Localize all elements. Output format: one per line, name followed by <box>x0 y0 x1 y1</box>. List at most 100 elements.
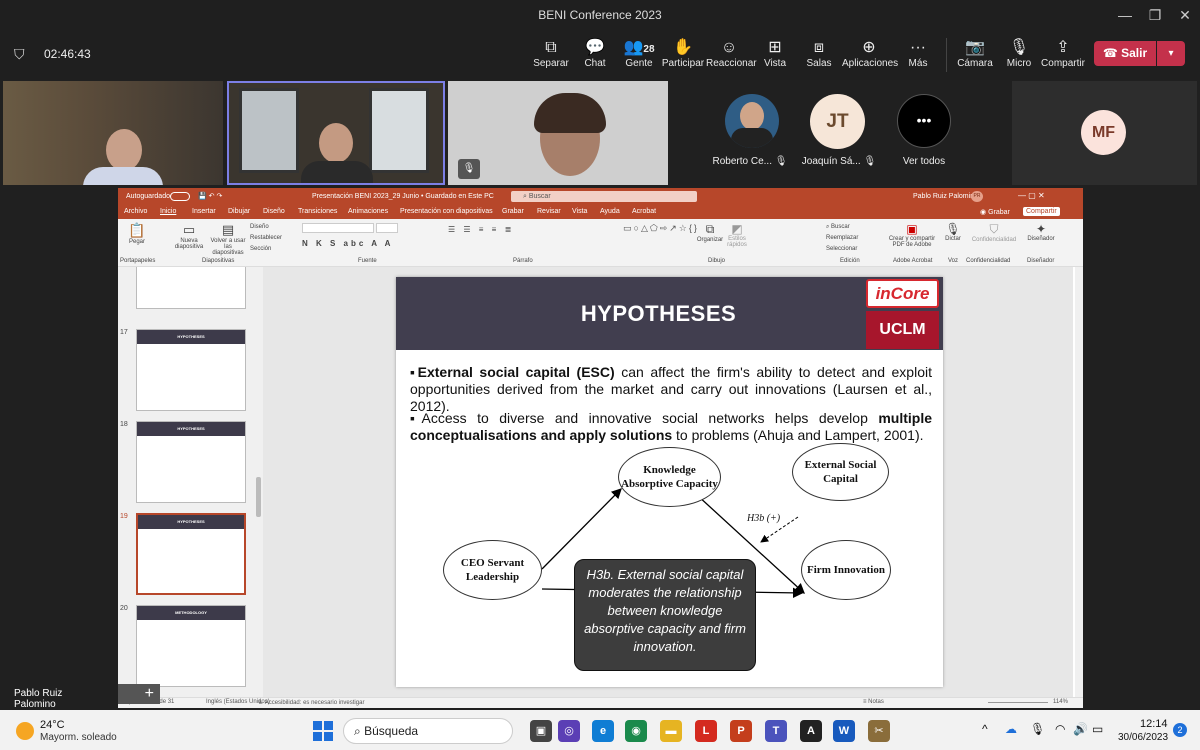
camera-button[interactable]: 📷 Cámara <box>952 38 998 69</box>
slide-thumbnail[interactable]: HYPOTHESES <box>136 329 246 411</box>
avatar-joaquin[interactable]: JT <box>810 94 865 149</box>
chat-button[interactable]: 💬 Chat <box>572 38 618 69</box>
apps-button[interactable]: ⊕ Aplicaciones <box>842 38 898 69</box>
people-button[interactable]: 👥28 Gente <box>616 38 662 69</box>
word-icon[interactable]: W <box>833 720 855 742</box>
new-slide-button[interactable]: ▭ Nueva diapositiva <box>172 222 206 254</box>
save-icon[interactable]: 💾 ↶ ↷ <box>198 192 222 200</box>
avatar-roberto[interactable] <box>725 94 779 148</box>
battery-icon[interactable]: ▭ <box>1092 722 1103 736</box>
status-accessibility[interactable]: ♿ Accesibilidad: es necesario investigar <box>258 699 364 706</box>
add-slide-plus-icon[interactable]: + <box>118 684 160 704</box>
wifi-icon[interactable]: ◠ <box>1055 722 1065 736</box>
menu-revisar[interactable]: Revisar <box>537 208 561 215</box>
menu-presentacion[interactable]: Presentación con diapositivas <box>400 208 493 215</box>
confidentiality-button[interactable]: ⛉ Confidencialidad <box>968 222 1020 254</box>
adobe-pdf-button[interactable]: ▣ Crear y compartir PDF de Adobe <box>884 222 940 254</box>
teams-icon[interactable]: T <box>765 720 787 742</box>
ppt-search-box[interactable]: ⌕ Buscar <box>511 191 697 202</box>
mic-off-icon[interactable]: 🎙 <box>1030 722 1045 736</box>
menu-archivo[interactable]: Archivo <box>124 208 147 215</box>
zoom-level[interactable]: 114% <box>1053 699 1068 705</box>
record-button[interactable]: ◉ Grabar <box>980 208 1010 216</box>
menu-transiciones[interactable]: Transiciones <box>298 208 337 215</box>
mic-button[interactable]: 🎙 Micro <box>996 38 1042 69</box>
ppt-user-avatar[interactable]: PR <box>971 191 983 202</box>
see-all-button[interactable]: ••• <box>897 94 951 148</box>
notes-button[interactable]: ≡ Notas <box>863 699 884 705</box>
dictate-button[interactable]: 🎙 Dictar <box>943 222 963 254</box>
menu-insertar[interactable]: Insertar <box>192 208 216 215</box>
ppt-window-controls[interactable]: — ▢ ✕ <box>1018 191 1045 200</box>
share-button[interactable]: ⇪ Compartir <box>1040 38 1086 69</box>
clock-date[interactable]: 30/06/2023 <box>1118 732 1168 743</box>
font-size-select[interactable] <box>376 223 398 233</box>
arrange-button[interactable]: ⧉ Organizar <box>696 222 724 254</box>
notification-badge[interactable]: 2 <box>1173 723 1187 737</box>
chrome-icon[interactable]: ◉ <box>625 720 647 742</box>
app-l-icon[interactable]: L <box>695 720 717 742</box>
clock-time[interactable]: 12:14 <box>1140 718 1168 730</box>
edge-icon[interactable]: e <box>592 720 614 742</box>
designer-button[interactable]: ✦ Diseñador <box>1024 222 1058 254</box>
windows-start-icon[interactable] <box>313 721 333 741</box>
editing-buttons[interactable]: ⌕ Buscar Reemplazar Seleccionar <box>826 222 858 255</box>
weather-temp[interactable]: 24°C <box>40 719 65 731</box>
menu-animaciones[interactable]: Animaciones <box>348 208 388 215</box>
paste-button[interactable]: 📋 Pegar <box>122 222 152 254</box>
menu-vista[interactable]: Vista <box>572 208 587 215</box>
slide-number: 19 <box>120 513 128 520</box>
zoom-slider[interactable] <box>988 702 1048 703</box>
slide-thumbnails-pane[interactable]: 17 HYPOTHESES 18 HYPOTHESES 19 HYPOTHESE… <box>118 267 263 697</box>
menu-dibujar[interactable]: Dibujar <box>228 208 250 215</box>
video-tile-3[interactable]: 🎙 <box>448 81 668 185</box>
autosave-toggle[interactable] <box>170 192 190 201</box>
slide-thumbnail[interactable]: HYPOTHESES <box>136 421 246 503</box>
thumbs-scrollbar[interactable] <box>256 477 261 517</box>
video-tile-mf[interactable]: MF <box>1012 81 1197 185</box>
onedrive-icon[interactable]: ☁ <box>1005 722 1017 736</box>
font-format-buttons[interactable]: N K S abc A A <box>302 239 393 248</box>
speaker-icon[interactable]: 🔊 <box>1073 722 1088 736</box>
slide[interactable]: HYPOTHESES inCore UCLM ▪External social … <box>396 277 943 687</box>
weather-desc[interactable]: Mayorm. soleado <box>40 732 117 743</box>
reuse-slides-button[interactable]: ▤ Volver a usar las diapositivas <box>208 222 248 256</box>
close-icon[interactable]: ✕ <box>1170 6 1200 24</box>
acrobat-icon[interactable]: A <box>800 720 822 742</box>
rooms-button[interactable]: ⧈ Salas <box>796 38 842 69</box>
slide-thumbnail[interactable]: METHODOLOGY <box>136 605 246 687</box>
taskview-icon[interactable]: ▣ <box>530 720 552 742</box>
video-tile-1[interactable] <box>3 81 223 185</box>
slide-thumbnail-selected[interactable]: HYPOTHESES <box>136 513 246 595</box>
raise-hand-button[interactable]: ✋ Participar <box>660 38 706 69</box>
menu-diseno[interactable]: Diseño <box>263 208 285 215</box>
snipping-icon[interactable]: ✂ <box>868 720 890 742</box>
menu-grabar[interactable]: Grabar <box>502 208 524 215</box>
taskbar-search[interactable]: ⌕ Búsqueda <box>343 718 513 744</box>
file-explorer-icon[interactable]: ▬ <box>660 720 682 742</box>
shapes-gallery[interactable]: ▭○△⬠⇨↗☆{} <box>623 223 697 247</box>
restore-icon[interactable]: ❐ <box>1140 6 1170 24</box>
menu-ayuda[interactable]: Ayuda <box>600 208 620 215</box>
chat-app-icon[interactable]: ◎ <box>558 720 580 742</box>
slide-layout-buttons[interactable]: Diseño Restablecer Sección <box>250 222 282 255</box>
menu-inicio[interactable]: Inicio <box>160 208 176 215</box>
chevron-up-icon[interactable]: ^ <box>982 722 988 736</box>
react-button[interactable]: ☺ Reaccionar <box>706 38 757 69</box>
canvas-scrollbar[interactable] <box>1075 267 1083 697</box>
slide-thumbnail[interactable] <box>136 267 246 309</box>
quick-styles-button[interactable]: ◩ Estilos rápidos <box>724 222 750 254</box>
font-name-select[interactable] <box>302 223 374 233</box>
separar-button[interactable]: ⧉ Separar <box>528 38 574 69</box>
powerpoint-icon[interactable]: P <box>730 720 752 742</box>
view-button[interactable]: ⊞ Vista <box>752 38 798 69</box>
more-button[interactable]: ··· Más <box>895 38 941 69</box>
shared-powerpoint-window[interactable]: Autoguardado 💾 ↶ ↷ Presentación BENI 202… <box>118 188 1083 708</box>
video-tile-2-active-speaker[interactable] <box>227 81 445 185</box>
leave-button[interactable]: ☎ Salir <box>1094 41 1156 66</box>
share-ppt-button[interactable]: Compartir <box>1023 207 1060 216</box>
minimize-icon[interactable]: — <box>1110 6 1140 24</box>
paragraph-buttons[interactable]: ☰ ☰ ≡ ≡ ≣ <box>448 225 514 234</box>
menu-acrobat[interactable]: Acrobat <box>632 208 656 215</box>
leave-dropdown-button[interactable]: ▾ <box>1157 41 1185 66</box>
